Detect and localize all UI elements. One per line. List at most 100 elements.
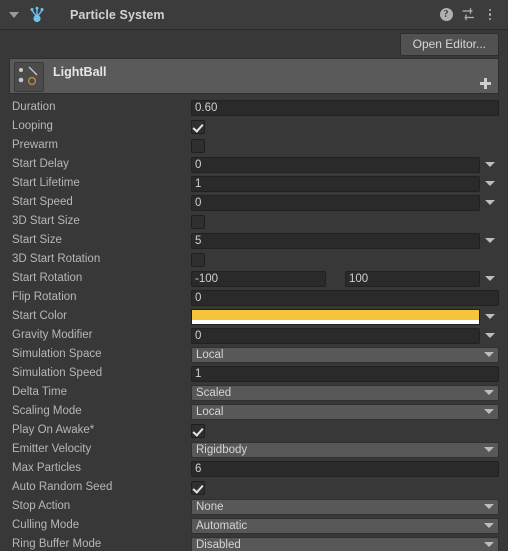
chevron-down-icon[interactable] [480,176,499,192]
property-control: 6 [191,459,508,478]
help-icon[interactable]: ? [436,5,456,25]
property-label: Ring Buffer Mode [12,538,102,550]
play-on-awake-checkbox[interactable] [191,423,205,438]
property-label: Start Color [12,310,67,322]
property-row-max-particles: Max Particles 6 [0,459,508,478]
property-control: 0 [191,193,508,212]
dropdown-value: Scaled [196,386,232,399]
property-label: Start Delay [12,158,69,170]
property-row-prewarm: Prewarm [0,136,508,155]
particle-thumbnail-icon [14,62,44,92]
property-row-simulation-speed: Simulation Speed 1 [0,364,508,383]
properties-list: Duration 0.60 Looping Prewarm Start Delay 0 St… [0,94,508,551]
stop-action-dropdown[interactable]: None [191,498,499,515]
chevron-down-icon[interactable] [480,309,499,325]
property-row-flip-rotation: Flip Rotation 0 [0,288,508,307]
property-row-ring-buffer-mode: Ring Buffer Mode Disabled [0,535,508,551]
kebab-menu-icon[interactable] [480,5,500,25]
property-control: 0 [191,155,508,174]
emitter-velocity-dropdown[interactable]: Rigidbody [191,441,499,458]
property-control: Local [191,402,508,421]
duration-input[interactable]: 0.60 [191,99,499,116]
ring-buffer-mode-dropdown[interactable]: Disabled [191,536,499,551]
property-row-3d-start-rotation: 3D Start Rotation [0,250,508,269]
start-rotation-range: -100 100 [191,270,480,287]
plus-icon[interactable] [479,77,493,91]
chevron-down-icon [484,523,494,528]
property-label: Start Speed [12,196,73,208]
emitter-panel[interactable]: LightBall [9,58,499,94]
property-label: Emitter Velocity [12,443,92,455]
scaling-mode-dropdown[interactable]: Local [191,403,499,420]
property-label: Max Particles [12,462,82,474]
start-rotation-max-input[interactable]: 100 [345,270,480,287]
simulation-space-dropdown[interactable]: Local [191,346,499,363]
dropdown-value: Automatic [196,519,248,532]
chevron-down-icon[interactable] [480,328,499,344]
chevron-down-icon [484,504,494,509]
open-editor-button[interactable]: Open Editor... [399,32,499,56]
auto-random-seed-checkbox[interactable] [191,480,205,495]
max-particles-input[interactable]: 6 [191,460,499,477]
property-label: Play On Awake* [12,424,95,436]
property-label: Simulation Space [12,348,102,360]
culling-mode-dropdown[interactable]: Automatic [191,517,499,534]
property-row-start-rotation: Start Rotation -100 100 [0,269,508,288]
gravity-modifier-input[interactable]: 0 [191,327,480,344]
start-size-input[interactable]: 5 [191,232,480,249]
property-control [191,250,508,269]
property-control: None [191,497,508,516]
property-label: Gravity Modifier [12,329,93,341]
property-row-looping: Looping [0,117,508,136]
property-row-gravity-modifier: Gravity Modifier 0 [0,326,508,345]
delta-time-dropdown[interactable]: Scaled [191,384,499,401]
help-icon-glyph: ? [439,8,453,21]
property-label: Simulation Speed [12,367,103,379]
chevron-down-icon [484,390,494,395]
property-label: 3D Start Rotation [12,253,101,265]
property-row-duration: Duration 0.60 [0,98,508,117]
chevron-down-icon[interactable] [480,157,499,173]
start-lifetime-input[interactable]: 1 [191,175,480,192]
property-control: 0 [191,326,508,345]
chevron-down-icon[interactable] [480,271,499,287]
open-editor-row: Open Editor... [0,30,508,58]
prewarm-checkbox[interactable] [191,138,205,153]
foldout-toggle-icon[interactable] [6,7,22,23]
chevron-down-icon [484,447,494,452]
property-row-play-on-awake: Play On Awake* [0,421,508,440]
property-label: 3D Start Size [12,215,80,227]
start-color-swatch[interactable] [191,308,480,325]
start-delay-input[interactable]: 0 [191,156,480,173]
property-label: Duration [12,101,56,113]
looping-checkbox[interactable] [191,119,205,134]
3d-start-rotation-checkbox[interactable] [191,252,205,267]
property-row-3d-start-size: 3D Start Size [0,212,508,231]
property-label: Start Rotation [12,272,83,284]
chevron-down-icon[interactable] [480,195,499,211]
property-label: Prewarm [12,139,59,151]
property-control: 0 [191,288,508,307]
chevron-down-icon[interactable] [480,233,499,249]
particle-system-inspector: Particle System ? Open Editor... LightBa… [0,0,508,551]
component-header: Particle System ? [0,0,508,30]
simulation-speed-input[interactable]: 1 [191,365,499,382]
start-speed-input[interactable]: 0 [191,194,480,211]
property-row-start-size: Start Size 5 [0,231,508,250]
dropdown-value: Local [196,405,224,418]
property-row-start-color: Start Color [0,307,508,326]
property-control: 1 [191,174,508,193]
flip-rotation-input[interactable]: 0 [191,289,499,306]
property-control [191,478,508,497]
property-row-culling-mode: Culling Mode Automatic [0,516,508,535]
property-row-start-speed: Start Speed 0 [0,193,508,212]
preset-sliders-icon[interactable] [458,5,478,25]
property-label: Looping [12,120,53,132]
3d-start-size-checkbox[interactable] [191,214,205,229]
emitter-name: LightBall [53,65,107,79]
property-label: Flip Rotation [12,291,77,303]
property-control: Local [191,345,508,364]
property-row-scaling-mode: Scaling Mode Local [0,402,508,421]
start-rotation-min-input[interactable]: -100 [191,270,326,287]
property-control: Rigidbody [191,440,508,459]
